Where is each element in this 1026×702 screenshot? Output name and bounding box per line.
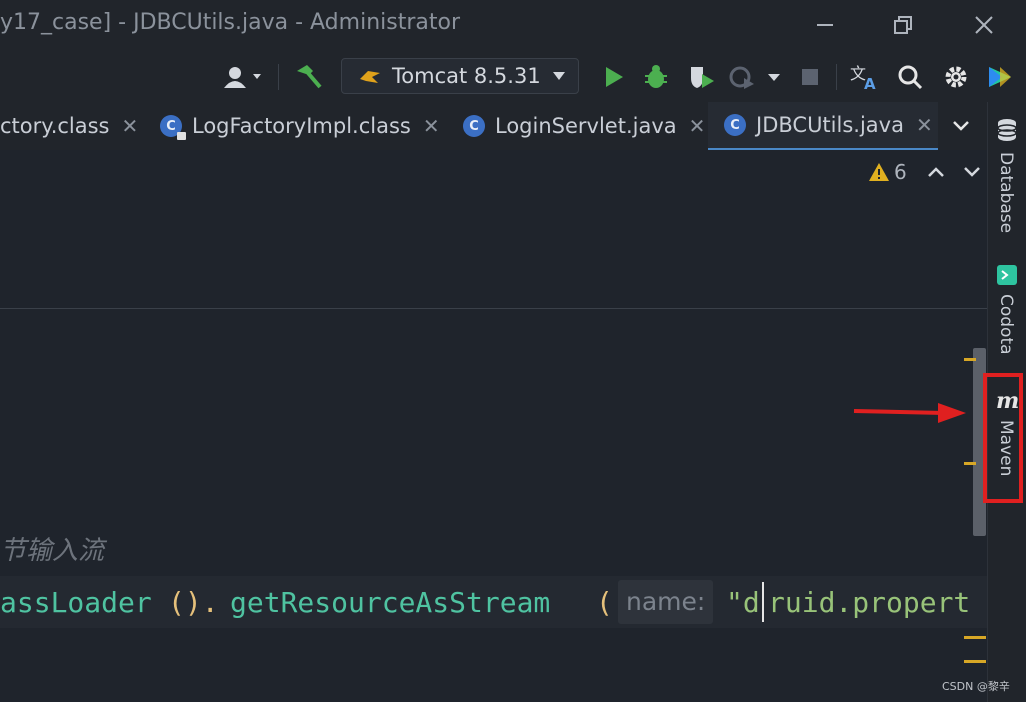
window-title: y17_case] - JDBCUtils.java - Administrat… xyxy=(0,10,460,35)
database-icon xyxy=(997,119,1017,141)
code-method-getresource: getResourceAsStream xyxy=(230,586,551,619)
warning-marker[interactable] xyxy=(964,660,986,663)
close-icon[interactable]: ✕ xyxy=(689,114,706,138)
close-icon[interactable]: ✕ xyxy=(423,114,440,138)
lock-icon xyxy=(177,132,186,140)
database-panel-label: Database xyxy=(996,152,1016,234)
editor-tab-bar: ctory.class ✕ C LogFactoryImpl.class ✕ C… xyxy=(0,102,987,151)
tab-jdbc-utils[interactable]: C JDBCUtils.java ✕ xyxy=(708,102,938,150)
database-panel-button[interactable]: Database xyxy=(996,118,1018,233)
close-icon[interactable]: ✕ xyxy=(122,114,139,138)
warning-marker[interactable] xyxy=(964,462,976,465)
run-configuration-select[interactable]: Tomcat 8.5.31 xyxy=(341,58,579,94)
code-string: ruid.propert xyxy=(768,586,971,619)
tab-list-dropdown[interactable] xyxy=(952,102,970,150)
search-button[interactable] xyxy=(894,62,926,92)
debug-button[interactable] xyxy=(640,62,672,92)
maven-highlight-box xyxy=(983,373,1023,503)
translate-icon: 文A xyxy=(850,64,876,91)
user-icon xyxy=(224,67,261,88)
minimize-icon xyxy=(817,24,833,26)
current-code-line[interactable]: assLoader (). getResourceAsStream ( name… xyxy=(0,576,987,628)
profiler-button[interactable] xyxy=(728,62,784,92)
close-icon xyxy=(975,16,993,34)
title-bar: y17_case] - JDBCUtils.java - Administrat… xyxy=(0,0,1026,52)
stop-icon xyxy=(802,69,818,85)
warning-marker[interactable] xyxy=(964,358,976,361)
bug-icon xyxy=(645,65,667,88)
tab-login-servlet[interactable]: C LoginServlet.java ✕ xyxy=(463,102,705,150)
tab-label: LoginServlet.java xyxy=(495,114,677,138)
minimize-button[interactable] xyxy=(802,8,848,42)
chevron-up-icon[interactable] xyxy=(927,166,945,178)
editor-divider xyxy=(0,308,987,309)
restore-button[interactable] xyxy=(880,8,926,42)
plugin-button[interactable] xyxy=(984,62,1016,92)
text-caret xyxy=(762,582,764,622)
profiler-icon xyxy=(729,66,780,89)
tab-label: JDBCUtils.java xyxy=(756,113,904,137)
warning-count: 6 xyxy=(894,160,907,184)
code-punctuation: (). xyxy=(168,586,219,619)
restore-icon xyxy=(894,16,912,34)
play-icon xyxy=(606,67,623,87)
class-icon: C xyxy=(463,115,485,137)
chevron-down-icon xyxy=(553,72,565,80)
class-icon: C xyxy=(724,114,746,136)
chevron-down-icon[interactable] xyxy=(963,166,981,178)
user-button[interactable] xyxy=(220,62,266,92)
translate-button[interactable]: 文A xyxy=(848,62,882,92)
codota-icon xyxy=(997,265,1017,285)
build-button[interactable] xyxy=(292,62,324,92)
coverage-icon xyxy=(691,67,714,88)
gear-icon xyxy=(945,66,967,88)
class-locked-icon: C xyxy=(160,115,186,140)
run-button[interactable] xyxy=(600,62,628,92)
code-method-classloader: assLoader xyxy=(0,586,152,619)
inspection-widget[interactable]: 6 xyxy=(868,160,981,184)
svg-text:A: A xyxy=(864,75,876,91)
coverage-button[interactable] xyxy=(686,62,718,92)
warning-marker[interactable] xyxy=(964,636,986,639)
code-string-start: "d xyxy=(726,586,760,619)
stop-button[interactable] xyxy=(796,62,824,92)
close-icon[interactable]: ✕ xyxy=(916,113,933,137)
plugin-logo-icon xyxy=(989,67,1011,87)
parameter-hint: name: xyxy=(618,580,714,624)
close-window-button[interactable] xyxy=(961,8,1007,42)
tab-log-factory-impl[interactable]: C LogFactoryImpl.class ✕ xyxy=(160,102,440,150)
chevron-down-icon xyxy=(953,121,969,131)
hammer-icon xyxy=(297,65,322,89)
tomcat-icon xyxy=(360,71,380,83)
code-comment: 节输入流 xyxy=(0,536,105,566)
code-paren: ( xyxy=(596,586,613,619)
tab-label: ctory.class xyxy=(0,114,110,138)
watermark: CSDN @黎辛 xyxy=(942,680,1010,693)
settings-button[interactable] xyxy=(940,62,972,92)
codota-panel-button[interactable]: Codota xyxy=(996,264,1018,355)
warning-icon xyxy=(869,163,889,181)
run-configuration-label: Tomcat 8.5.31 xyxy=(392,64,541,88)
tab-log-factory[interactable]: ctory.class ✕ xyxy=(0,102,138,150)
toolbar-separator xyxy=(278,64,279,90)
toolbar-separator xyxy=(836,64,837,90)
search-icon xyxy=(898,65,923,90)
codota-panel-label: Codota xyxy=(996,294,1016,355)
red-arrow-annotation xyxy=(853,403,966,423)
tab-label: LogFactoryImpl.class xyxy=(192,114,411,138)
